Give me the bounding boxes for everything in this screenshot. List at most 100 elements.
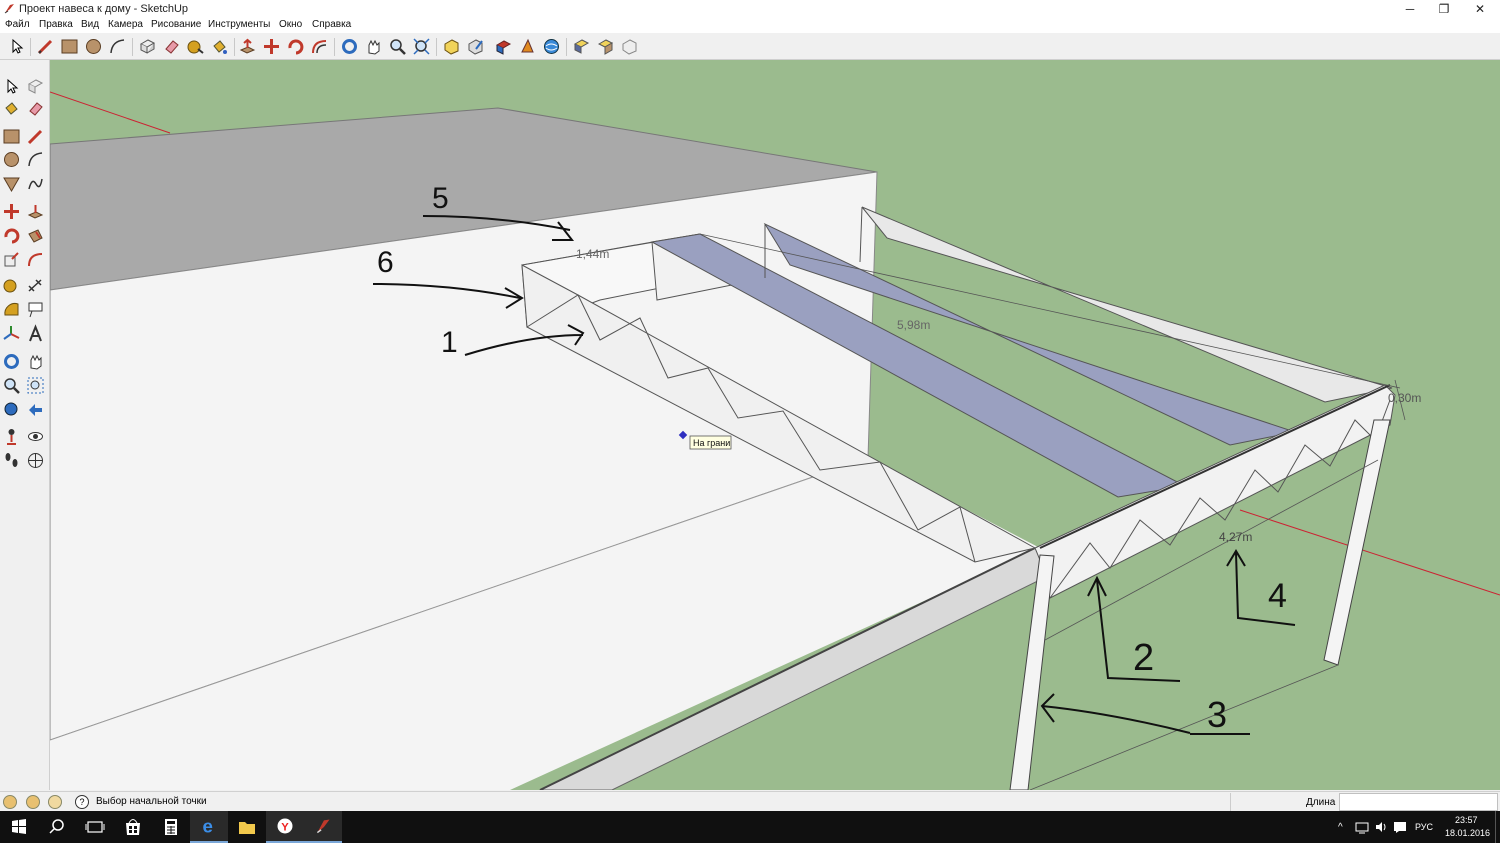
network-icon[interactable]	[1355, 820, 1369, 834]
menu-help[interactable]: Справка	[312, 19, 351, 30]
calculator-icon[interactable]	[152, 811, 190, 843]
select-icon[interactable]	[2, 77, 21, 96]
move-icon[interactable]	[2, 202, 21, 221]
edge-browser-icon[interactable]: e	[190, 811, 228, 843]
send-to-layout-icon[interactable]	[518, 37, 537, 56]
tape-measure-icon[interactable]	[186, 37, 205, 56]
make-component-icon[interactable]	[26, 77, 45, 96]
svg-text:Y: Y	[281, 822, 289, 834]
3d-text-icon[interactable]	[26, 324, 45, 343]
arc-icon[interactable]	[26, 150, 45, 169]
volume-icon[interactable]	[1374, 820, 1388, 834]
zoom-extents-icon[interactable]	[2, 400, 21, 419]
menu-view[interactable]: Вид	[81, 19, 99, 30]
menu-file[interactable]: Файл	[5, 19, 30, 30]
clock-time[interactable]: 23:57	[1455, 815, 1478, 825]
model-scene[interactable]: 1,44m 5,98m 0,30m 4,27m На грани 5 6 1 2…	[50, 60, 1500, 790]
protractor-icon[interactable]	[2, 300, 21, 319]
geo-location-icon[interactable]	[542, 37, 561, 56]
previous-view-icon[interactable]	[26, 400, 45, 419]
pan-icon[interactable]	[26, 352, 45, 371]
minimize-button[interactable]: ─	[1393, 0, 1427, 18]
dimension-icon[interactable]	[26, 276, 45, 295]
title-bar: Проект навеса к дому - SketchUp ─ ❐ ✕	[0, 0, 1500, 18]
large-tool-set	[0, 60, 50, 790]
clock-date[interactable]: 18.01.2016	[1445, 828, 1490, 838]
pencil-icon[interactable]	[36, 37, 55, 56]
zoom-icon[interactable]	[388, 37, 407, 56]
freehand-icon[interactable]	[26, 174, 45, 193]
make-component-icon[interactable]	[138, 37, 157, 56]
sketchup-app-icon	[4, 4, 14, 14]
sketchup-taskbar-icon[interactable]	[304, 811, 342, 843]
model-viewport[interactable]: 1,44m 5,98m 0,30m 4,27m На грани 5 6 1 2…	[50, 60, 1500, 790]
select-icon[interactable]	[7, 37, 26, 56]
search-icon[interactable]	[38, 811, 76, 843]
section-plane-icon[interactable]	[26, 451, 45, 470]
menu-window[interactable]: Окно	[279, 19, 302, 30]
dimension-label-span: 4,27m	[1219, 530, 1252, 544]
follow-me-icon[interactable]	[26, 226, 45, 245]
show-hidden-icons-icon[interactable]: ^	[1338, 822, 1343, 833]
user-status-icon[interactable]	[48, 795, 62, 809]
menu-camera[interactable]: Камера	[108, 19, 143, 30]
styles-icon[interactable]	[596, 37, 615, 56]
circle-icon[interactable]	[84, 37, 103, 56]
rectangle-icon[interactable]	[2, 127, 21, 146]
look-around-icon[interactable]	[26, 427, 45, 446]
rectangle-icon[interactable]	[60, 37, 79, 56]
menu-tools[interactable]: Инструменты	[208, 19, 270, 30]
polygon-icon[interactable]	[2, 174, 21, 193]
zoom-extents-icon[interactable]	[412, 37, 431, 56]
eraser-icon[interactable]	[26, 99, 45, 118]
measurements-box[interactable]	[1339, 793, 1498, 811]
orbit-icon[interactable]	[2, 352, 21, 371]
push-pull-icon[interactable]	[238, 37, 257, 56]
rotate-icon[interactable]	[2, 226, 21, 245]
push-pull-icon[interactable]	[26, 202, 45, 221]
paint-bucket-icon[interactable]	[2, 99, 21, 118]
task-view-icon[interactable]	[76, 811, 114, 843]
axes-icon[interactable]	[2, 324, 21, 343]
yandex-browser-icon[interactable]: Y	[266, 811, 304, 843]
restore-button[interactable]: ❐	[1427, 0, 1461, 18]
input-language[interactable]: РУС	[1415, 822, 1433, 832]
move-icon[interactable]	[262, 37, 281, 56]
section-plane-icon[interactable]	[620, 37, 639, 56]
paint-bucket-icon[interactable]	[210, 37, 229, 56]
eraser-icon[interactable]	[162, 37, 181, 56]
circle-icon[interactable]	[2, 150, 21, 169]
arc-icon[interactable]	[108, 37, 127, 56]
extension-warehouse-icon[interactable]	[494, 37, 513, 56]
zoom-icon[interactable]	[2, 376, 21, 395]
file-explorer-icon[interactable]	[228, 811, 266, 843]
walk-icon[interactable]	[2, 451, 21, 470]
tape-measure-icon[interactable]	[2, 276, 21, 295]
offset-icon[interactable]	[310, 37, 329, 56]
orbit-icon[interactable]	[340, 37, 359, 56]
zoom-window-icon[interactable]	[26, 376, 45, 395]
toolbar-separator	[436, 38, 437, 56]
rotate-icon[interactable]	[286, 37, 305, 56]
menu-bar: Файл Правка Вид Камера Рисование Инструм…	[0, 18, 1500, 33]
text-icon[interactable]	[26, 300, 45, 319]
component-options-icon[interactable]	[572, 37, 591, 56]
warehouse-icon[interactable]	[442, 37, 461, 56]
offset-icon[interactable]	[26, 250, 45, 269]
position-camera-icon[interactable]	[2, 427, 21, 446]
instructor-help-icon[interactable]: ?	[75, 795, 89, 809]
menu-draw[interactable]: Рисование	[151, 19, 201, 30]
windows-start-icon[interactable]	[0, 811, 38, 843]
scale-icon[interactable]	[2, 250, 21, 269]
geo-location-status-icon[interactable]	[3, 795, 17, 809]
menu-edit[interactable]: Правка	[39, 19, 73, 30]
notifications-icon[interactable]	[1393, 820, 1407, 834]
credits-status-icon[interactable]	[26, 795, 40, 809]
annotation-number: 3	[1207, 694, 1227, 735]
pan-icon[interactable]	[364, 37, 383, 56]
pencil-icon[interactable]	[26, 127, 45, 146]
close-button[interactable]: ✕	[1463, 0, 1497, 18]
store-icon[interactable]	[114, 811, 152, 843]
show-desktop-button[interactable]	[1495, 811, 1500, 843]
share-model-icon[interactable]	[466, 37, 485, 56]
